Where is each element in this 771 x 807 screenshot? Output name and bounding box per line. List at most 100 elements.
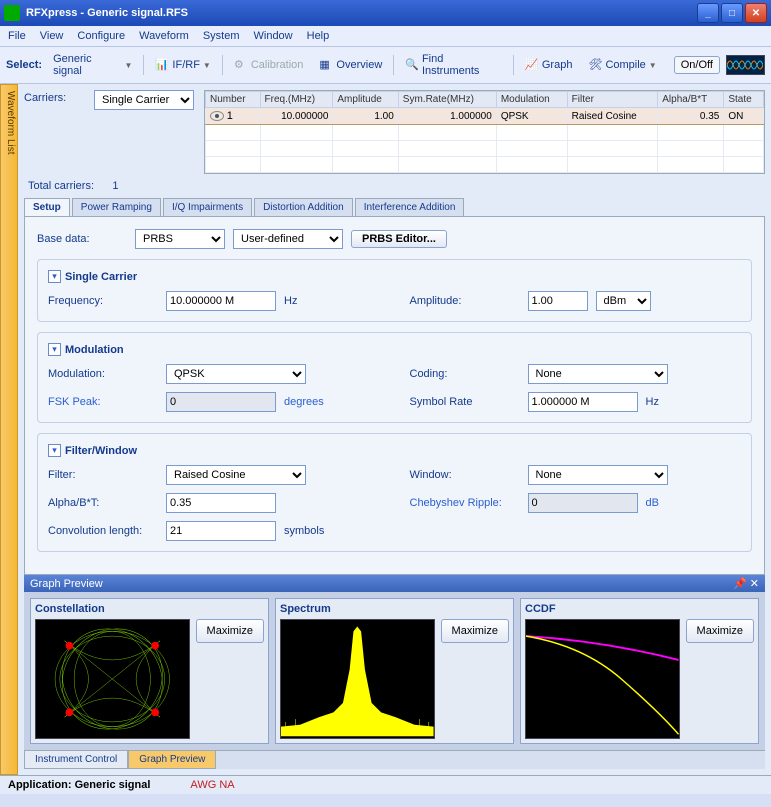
menu-waveform[interactable]: Waveform [139,30,189,42]
total-carriers-label: Total carriers: [28,180,94,192]
status-awg: AWG NA [190,779,234,791]
table-row-empty [206,141,764,157]
table-row-empty [206,157,764,173]
setup-tabs: Setup Power Ramping I/Q Impairments Dist… [24,198,765,217]
col-modulation[interactable]: Modulation [496,92,567,108]
base-data-label: Base data: [37,233,127,245]
filter-select[interactable]: Raised Cosine [166,465,306,485]
menu-system[interactable]: System [203,30,240,42]
carriers-mode-select[interactable]: Single Carrier [94,90,194,110]
modulation-label: Modulation: [48,368,158,380]
overview-icon: ▦ [319,58,333,72]
modulation-title: Modulation [65,344,124,356]
window-title: RFXpress - Generic signal.RFS [26,7,697,19]
table-row[interactable]: 1 10.000000 1.00 1.000000 QPSK Raised Co… [206,108,764,125]
compile-icon: 🛠 [588,58,602,72]
constellation-maximize-button[interactable]: Maximize [196,619,264,643]
ifrf-icon: 📊 [155,58,169,72]
filter-label: Filter: [48,469,158,481]
menu-window[interactable]: Window [254,30,293,42]
window-select[interactable]: None [528,465,668,485]
menu-bar: File View Configure Waveform System Wind… [0,26,771,46]
carriers-label: Carriers: [24,90,84,104]
minimize-button[interactable]: _ [697,3,719,23]
col-freq[interactable]: Freq.(MHz) [260,92,333,108]
spectrum-maximize-button[interactable]: Maximize [441,619,509,643]
col-number[interactable]: Number [206,92,261,108]
maximize-button[interactable]: □ [721,3,743,23]
amplitude-input[interactable] [528,291,588,311]
visibility-icon[interactable] [210,111,224,121]
convolution-input[interactable] [166,521,276,541]
find-instruments-button[interactable]: 🔍Find Instruments [400,50,507,80]
total-carriers-value: 1 [112,180,118,192]
coding-select[interactable]: None [528,364,668,384]
menu-file[interactable]: File [8,30,26,42]
base-data-select-2[interactable]: User-defined [233,229,343,249]
col-amplitude[interactable]: Amplitude [333,92,398,108]
frequency-input[interactable] [166,291,276,311]
tab-iq-impairments[interactable]: I/Q Impairments [163,198,252,216]
chebyshev-label: Chebyshev Ripple: [410,497,520,509]
signal-type-dropdown[interactable]: Generic signal ▼ [48,50,137,80]
graph-pin-icon[interactable]: 📌 [733,578,747,590]
waveform-list-tab[interactable]: Waveform List [0,84,18,775]
title-bar: RFXpress - Generic signal.RFS _ □ ✕ [0,0,771,26]
status-bar: Application: Generic signal AWG NA [0,775,771,794]
amplitude-unit-select[interactable]: dBm [596,291,651,311]
onoff-button[interactable]: On/Off [674,56,720,74]
graph-close-icon[interactable]: ✕ [750,578,759,590]
menu-view[interactable]: View [40,30,64,42]
filter-window-section: ▾Filter/Window Filter: Raised Cosine Win… [37,433,752,552]
graph-button[interactable]: 📈Graph [520,55,578,75]
coding-label: Coding: [410,368,520,380]
tab-power-ramping[interactable]: Power Ramping [72,198,161,216]
modulation-select[interactable]: QPSK [166,364,306,384]
frequency-unit: Hz [284,295,297,307]
status-application: Application: Generic signal [8,779,150,791]
symbol-rate-input[interactable] [528,392,638,412]
fsk-peak-label: FSK Peak: [48,396,158,408]
modulation-section: ▾ Modulation Modulation: QPSK Coding: Non… [37,332,752,423]
ifrf-button[interactable]: 📊IF/RF ▼ [150,55,215,75]
single-carrier-section: ▾Single Carrier Frequency: Hz Amplitude:… [37,259,752,322]
carriers-table: Number Freq.(MHz) Amplitude Sym.Rate(MHz… [204,90,765,174]
prbs-editor-button[interactable]: PRBS Editor... [351,230,447,248]
close-button[interactable]: ✕ [745,3,767,23]
spectrum-plot [280,619,435,739]
menu-configure[interactable]: Configure [77,30,125,42]
tab-setup[interactable]: Setup [24,198,70,216]
symbol-rate-label: Symbol Rate [410,396,520,408]
base-data-select-1[interactable]: PRBS [135,229,225,249]
col-state[interactable]: State [724,92,764,108]
col-symrate[interactable]: Sym.Rate(MHz) [398,92,496,108]
collapse-icon[interactable]: ▾ [48,343,61,356]
select-label: Select: [6,59,42,71]
menu-help[interactable]: Help [307,30,330,42]
collapse-icon[interactable]: ▾ [48,270,61,283]
ccdf-maximize-button[interactable]: Maximize [686,619,754,643]
convolution-label: Convolution length: [48,525,158,537]
chebyshev-input [528,493,638,513]
tab-distortion-addition[interactable]: Distortion Addition [254,198,353,216]
ccdf-plot [525,619,680,739]
chebyshev-unit: dB [646,497,659,509]
tab-instrument-control[interactable]: Instrument Control [24,751,128,769]
fsk-peak-input [166,392,276,412]
col-filter[interactable]: Filter [567,92,658,108]
collapse-icon[interactable]: ▾ [48,444,61,457]
tab-graph-preview[interactable]: Graph Preview [128,751,216,769]
search-icon: 🔍 [405,58,419,72]
toolbar: Select: Generic signal ▼ 📊IF/RF ▼ ⚙Calib… [0,46,771,84]
graph-preview-pane: Graph Preview 📌 ✕ Constellation [24,575,765,769]
alpha-input[interactable] [166,493,276,513]
col-alpha[interactable]: Alpha/B*T [658,92,724,108]
overview-button[interactable]: ▦Overview [314,55,387,75]
waveform-preview-chip[interactable] [726,55,765,75]
convolution-unit: symbols [284,525,324,537]
compile-button[interactable]: 🛠Compile ▼ [583,55,661,75]
graph-icon: 📈 [525,58,539,72]
fsk-unit: degrees [284,396,324,408]
tab-interference-addition[interactable]: Interference Addition [355,198,465,216]
filter-window-title: Filter/Window [65,445,137,457]
